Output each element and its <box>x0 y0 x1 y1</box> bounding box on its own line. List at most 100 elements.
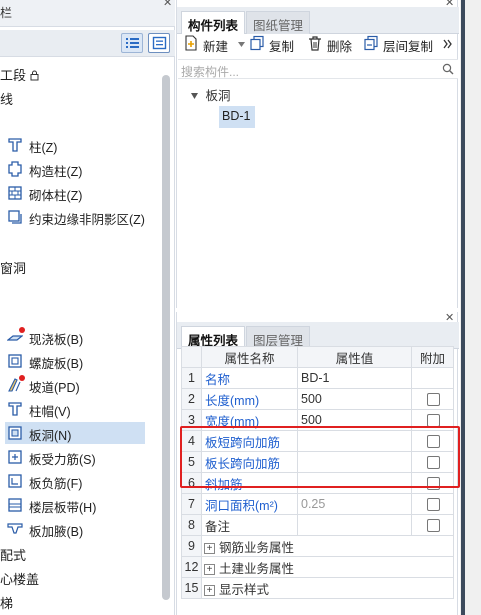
table-row[interactable]: 1 名称 BD-1 <box>181 367 454 389</box>
tab-drawing-management[interactable]: 图纸管理 <box>246 11 311 34</box>
nav-item-label: 螺旋板(B) <box>29 357 84 371</box>
nav-item-column-cap[interactable]: 柱帽(V) <box>5 398 145 420</box>
table-row[interactable]: 12 + 土建业务属性 <box>181 556 454 578</box>
collapse-triangle-icon[interactable] <box>191 93 198 99</box>
table-row[interactable]: 7 洞口面积(m²) 0.25 <box>181 493 454 515</box>
expand-plus-icon[interactable]: + <box>204 542 215 554</box>
nav-item-slab-hole[interactable]: 板洞(N) <box>5 422 145 444</box>
nav-item-masonry-column[interactable]: 砌体柱(Z) <box>5 182 145 204</box>
nav-panel-scrollbar[interactable] <box>162 75 170 600</box>
spiral-slab-icon <box>8 354 22 368</box>
property-tabbar: 属性列表 图层管理 <box>177 322 459 349</box>
row-index: 15 <box>181 577 202 599</box>
property-value-cell[interactable]: 0.25 <box>297 493 412 515</box>
list-view-button[interactable] <box>121 33 143 53</box>
attach-cell <box>411 388 454 410</box>
row-index: 7 <box>181 493 202 515</box>
table-row[interactable]: 15 + 显示样式 <box>181 577 454 599</box>
property-name: 土建业务属性 <box>219 561 295 576</box>
header-property-value: 属性值 <box>297 346 412 368</box>
nav-item-slab-haunch[interactable]: 板加腋(B) <box>5 518 145 540</box>
property-name: 钢筋业务属性 <box>219 540 295 555</box>
table-header-row: 属性名称 属性值 附加 <box>181 346 454 368</box>
property-value-cell[interactable] <box>297 514 412 536</box>
nav-panel-title: 栏 <box>0 6 13 20</box>
attach-checkbox[interactable] <box>427 498 440 512</box>
nav-item-spiral-slab[interactable]: 螺旋板(B) <box>5 350 145 372</box>
table-row[interactable]: 2 长度(mm) 500 <box>181 388 454 410</box>
tree-node-slab-hole[interactable]: 板洞 <box>191 85 231 104</box>
attach-checkbox[interactable] <box>427 393 440 407</box>
search-placeholder: 搜索构件... <box>181 65 240 79</box>
nav-item-boundary-zone[interactable]: 约束边缘非阴影区(Z) <box>5 206 145 228</box>
copy-button[interactable]: 复制 <box>249 35 299 55</box>
nav-group-item[interactable]: 工段 <box>0 65 39 84</box>
nav-item-cast-slab[interactable]: 现浇板(B) <box>5 326 145 348</box>
property-value-cell[interactable]: 500 <box>297 388 412 410</box>
nav-group-hollow-floor[interactable]: 心楼盖 <box>0 569 39 588</box>
property-name-cell: + 显示样式 <box>201 577 454 599</box>
nav-group-prefab[interactable]: 配式 <box>0 545 26 564</box>
nav-item-slab-negative-rebar[interactable]: 板负筋(F) <box>5 470 145 492</box>
nav-item-label: 现浇板(B) <box>29 333 84 347</box>
nav-item-label: 柱(Z) <box>29 141 58 155</box>
right-edge-scrollbar-thumb[interactable] <box>461 0 465 615</box>
property-name-cell: + 钢筋业务属性 <box>201 535 454 557</box>
nav-item-label: 板负筋(F) <box>29 477 83 491</box>
floor-band-icon <box>8 498 22 512</box>
nav-group-item[interactable]: 线 <box>0 89 13 108</box>
nav-item-ramp[interactable]: 坡道(PD) <box>5 374 145 396</box>
component-tabbar: 构件列表 图纸管理 <box>177 7 459 34</box>
nav-item-slab-rebar[interactable]: 板受力筋(S) <box>5 446 145 468</box>
property-name: 显示样式 <box>219 582 270 597</box>
new-dropdown-icon <box>238 42 245 47</box>
nav-group-label: 工段 <box>0 68 27 83</box>
nav-item-floor-band[interactable]: 楼层板带(H) <box>5 494 145 516</box>
nav-item-label: 构造柱(Z) <box>29 165 83 179</box>
table-row[interactable]: 8 备注 <box>181 514 454 536</box>
search-icon[interactable] <box>442 63 454 75</box>
more-tools-button[interactable] <box>443 35 455 55</box>
expand-plus-icon[interactable]: + <box>204 563 215 575</box>
table-row[interactable]: 9 + 钢筋业务属性 <box>181 535 454 557</box>
nav-item-column[interactable]: 柱(Z) <box>5 134 145 156</box>
row-index: 1 <box>181 367 202 389</box>
nav-group-window-hole[interactable]: 窗洞 <box>0 258 26 277</box>
highlight-annotation-box <box>180 426 460 488</box>
nav-panel-header: 栏 ✕ <box>0 0 175 27</box>
tree-root-label: 板洞 <box>205 89 231 103</box>
new-button-label: 新建 <box>203 40 229 54</box>
property-name: 名称 <box>205 372 231 387</box>
row-index: 12 <box>181 556 202 578</box>
property-value: 500 <box>301 392 322 406</box>
floor-copy-button[interactable]: 层间复制 <box>363 35 435 55</box>
expand-plus-icon[interactable]: + <box>204 584 215 596</box>
floor-copy-icon <box>364 35 378 51</box>
nav-item-constructional-column[interactable]: 构造柱(Z) <box>5 158 145 180</box>
detail-view-button[interactable] <box>148 33 170 53</box>
property-name: 备注 <box>205 519 231 534</box>
nav-item-label: 柱帽(V) <box>29 405 71 419</box>
tab-component-list[interactable]: 构件列表 <box>181 11 246 34</box>
property-value: BD-1 <box>301 371 330 385</box>
masonry-column-icon <box>8 186 22 200</box>
tree-node-bd-1[interactable]: BD-1 <box>219 106 255 128</box>
new-button[interactable]: 新建 <box>183 35 245 55</box>
property-value: 500 <box>301 413 322 427</box>
nav-group-stairs[interactable]: 梯 <box>0 593 13 612</box>
property-name-cell: 备注 <box>201 514 298 536</box>
delete-button-label: 删除 <box>327 40 353 54</box>
nav-panel-close-icon[interactable]: ✕ <box>163 0 172 9</box>
column-icon <box>8 138 22 152</box>
property-name-cell: + 土建业务属性 <box>201 556 454 578</box>
attach-cell <box>411 514 454 536</box>
component-list-pane: ✕ 构件列表 图纸管理 新建 复制 删除 层间复制 搜索构件... 板洞 BD-… <box>176 0 459 308</box>
notification-dot <box>19 375 25 381</box>
delete-button[interactable]: 删除 <box>307 35 357 55</box>
component-search-input[interactable]: 搜索构件... <box>178 59 458 79</box>
component-nav-panel: 栏 ✕ 工段 线 柱(Z) 构造柱(Z) 砌体柱(Z) 约束边缘非阴影区(Z) … <box>0 0 175 615</box>
attach-checkbox[interactable] <box>427 519 440 533</box>
nav-item-label: 板洞(N) <box>29 429 72 443</box>
property-value-cell[interactable]: BD-1 <box>297 367 412 389</box>
property-name-cell: 名称 <box>201 367 298 389</box>
